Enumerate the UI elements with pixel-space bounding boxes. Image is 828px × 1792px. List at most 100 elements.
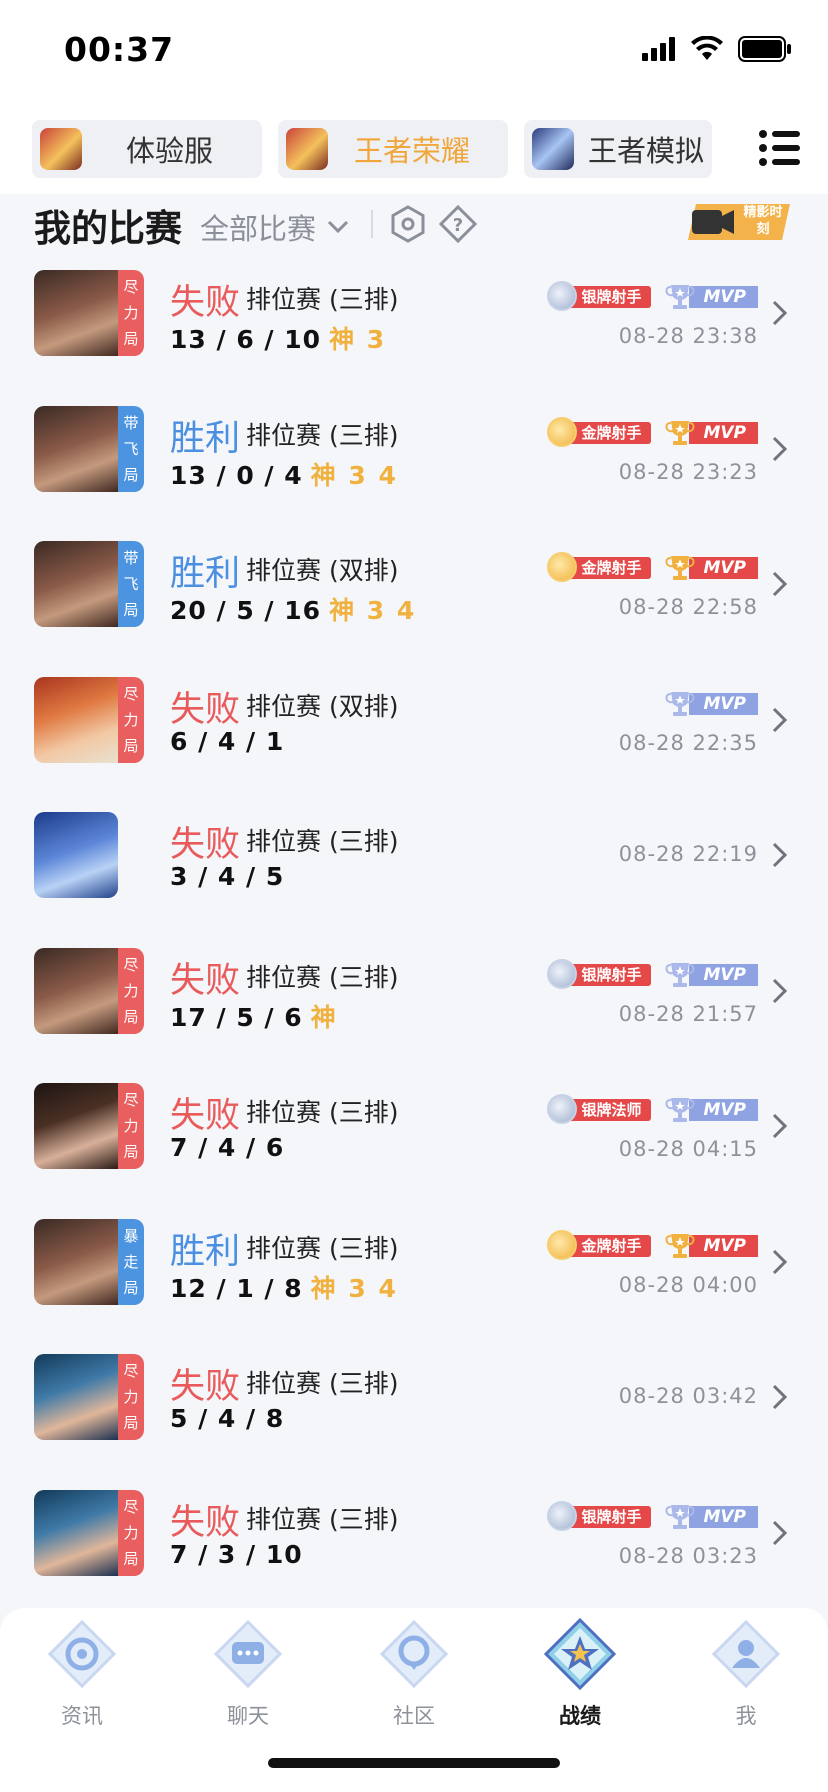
- hero-avatar: 尽力局: [34, 1489, 144, 1576]
- hero-avatar: 暴走局: [34, 1218, 144, 1305]
- kda-value: 13 / 0 / 4: [170, 460, 303, 490]
- performance-tag-char: 力: [123, 1523, 139, 1542]
- performance-tag-char: 飞: [123, 575, 139, 593]
- highlight-moments-button[interactable]: 精影时刻: [686, 202, 790, 242]
- match-result: 失败: [170, 1502, 241, 1543]
- match-time: 08-28 21:57: [618, 1001, 758, 1026]
- mvp-badge: MVP: [665, 284, 758, 310]
- medal-label: 金牌射手: [567, 1234, 652, 1257]
- filter-label: 全部比赛: [200, 212, 317, 246]
- performance-tag: 尽力局: [118, 1489, 144, 1576]
- match-time: 08-28 22:58: [618, 595, 758, 619]
- nav-news[interactable]: 资讯: [22, 1618, 142, 1738]
- match-mode: 排位赛 (三排): [246, 420, 399, 450]
- chevron-right-icon: [772, 842, 788, 868]
- medal-icon: [547, 958, 578, 989]
- trophy-icon: [665, 285, 695, 309]
- app-icon-experience: [40, 128, 82, 170]
- app-tab-experience-server[interactable]: 体验服: [32, 120, 262, 178]
- match-result: 胜利: [170, 554, 241, 594]
- kda-value: 17 / 5 / 6: [170, 1002, 303, 1032]
- nav-label: 社区: [393, 1704, 435, 1728]
- match-row[interactable]: 失败 排位赛 (三排) 3 / 4 / 5 08-28 22:19: [0, 800, 828, 936]
- medal-label: 银牌法师: [567, 1099, 652, 1121]
- mvp-badge: MVP: [665, 1504, 758, 1530]
- match-row[interactable]: 尽力局 失败 排位赛 (三排) 17 / 5 / 6神 银牌射手 MVP 08-…: [0, 936, 828, 1072]
- performance-tag-char: 局: [123, 736, 139, 755]
- match-row[interactable]: 尽力局 失败 排位赛 (三排) 7 / 4 / 6 银牌法师 MVP 08-28…: [0, 1071, 828, 1207]
- trophy-icon: [665, 556, 695, 580]
- hero-avatar: 尽力局: [34, 1083, 144, 1169]
- match-time: 08-28 22:19: [618, 842, 758, 866]
- match-kda: 17 / 5 / 6神: [170, 998, 338, 1034]
- app-tab-label: 体验服: [126, 134, 214, 168]
- trophy-icon: [665, 691, 695, 716]
- hero-portrait: [34, 812, 118, 898]
- kda-value: 7 / 3 / 10: [170, 1539, 303, 1569]
- hero-portrait: [34, 1218, 118, 1305]
- nav-community[interactable]: 社区: [354, 1618, 474, 1738]
- match-list: 尽力局 失败 排位赛 (三排) 13 / 6 / 10神 3 银牌射手 MVP: [0, 258, 828, 1613]
- hero-avatar: [34, 812, 144, 898]
- performance-tag-char: 尽: [123, 1497, 139, 1516]
- match-time: 08-28 03:23: [618, 1543, 758, 1568]
- svg-text:?: ?: [453, 215, 463, 236]
- match-row[interactable]: 尽力局 失败 排位赛 (三排) 5 / 4 / 8 08-28 03:42: [0, 1342, 828, 1478]
- match-row[interactable]: 尽力局 失败 排位赛 (三排) 7 / 3 / 10 银牌射手 MVP 08-2…: [0, 1478, 828, 1614]
- menu-list-icon[interactable]: [758, 126, 802, 170]
- performance-tag-char: 带: [123, 413, 139, 432]
- medal-badge: 金牌射手: [547, 416, 652, 447]
- nav-chat[interactable]: 聊天: [188, 1618, 308, 1738]
- match-kda: 3 / 4 / 5: [170, 862, 292, 891]
- profile-icon: [711, 1619, 781, 1689]
- performance-tag-char: 尽: [123, 1362, 139, 1380]
- performance-tag-char: 带: [123, 549, 139, 567]
- mvp-label: MVP: [689, 1505, 758, 1528]
- match-kda: 6 / 4 / 1: [170, 727, 292, 756]
- match-time: 08-28 23:23: [618, 459, 758, 484]
- match-mode: 排位赛 (三排): [246, 827, 399, 856]
- medal-badge: 银牌射手: [547, 958, 652, 989]
- app-tab-simulator[interactable]: 王者模拟: [524, 120, 712, 178]
- match-mode: 排位赛 (双排): [246, 556, 399, 585]
- kda-value: 12 / 1 / 8: [170, 1273, 303, 1303]
- match-row[interactable]: 带飞局 胜利 排位赛 (三排) 13 / 0 / 4神 3 4 金牌射手 MVP: [0, 394, 828, 530]
- medal-icon: [547, 1229, 578, 1260]
- app-icon-honor: [286, 128, 328, 170]
- performance-tag-char: 尽: [123, 684, 139, 703]
- badge-group: 银牌射手 MVP: [547, 281, 758, 311]
- match-time: 08-28 04:15: [618, 1137, 758, 1161]
- medal-label: 银牌射手: [567, 963, 652, 986]
- match-kda: 7 / 3 / 10: [170, 1540, 311, 1569]
- nav-record[interactable]: 战绩: [520, 1617, 640, 1738]
- hero-avatar: 尽力局: [34, 1354, 144, 1440]
- mvp-badge: MVP: [665, 962, 758, 988]
- app-tab-honor-of-kings[interactable]: 王者荣耀: [278, 120, 508, 178]
- match-row[interactable]: 尽力局 失败 排位赛 (双排) 6 / 4 / 1 MVP 08-28 22:3…: [0, 665, 828, 801]
- community-icon: [379, 1619, 449, 1689]
- match-filter-dropdown[interactable]: 全部比赛: [200, 206, 350, 248]
- chevron-right-icon: [772, 300, 788, 326]
- match-row[interactable]: 暴走局 胜利 排位赛 (三排) 12 / 1 / 8神 3 4 金牌射手 MVP: [0, 1207, 828, 1343]
- kda-value: 6 / 4 / 1: [170, 726, 285, 756]
- kda-value: 5 / 4 / 8: [170, 1404, 285, 1433]
- page-title: 我的比赛: [34, 207, 182, 250]
- badge-group: 银牌射手 MVP: [547, 958, 758, 989]
- nav-profile[interactable]: 我: [686, 1618, 806, 1738]
- status-time: 00:37: [64, 30, 175, 69]
- match-kda: 13 / 0 / 4神 3 4: [170, 456, 398, 492]
- signal-icon: [642, 37, 675, 61]
- kda-value: 3 / 4 / 5: [170, 862, 285, 891]
- match-mode: 排位赛 (三排): [246, 1098, 399, 1127]
- badge-group: 银牌法师 MVP: [547, 1094, 758, 1124]
- match-result: 失败: [170, 1096, 241, 1136]
- help-diamond-icon[interactable]: ?: [438, 204, 478, 244]
- mvp-badge: MVP: [665, 691, 758, 717]
- performance-tag: 尽力局: [118, 1083, 144, 1169]
- kda-value: 13 / 6 / 10: [170, 325, 322, 354]
- hexagon-settings-icon[interactable]: [388, 204, 428, 244]
- chevron-down-icon: [327, 220, 349, 234]
- match-row[interactable]: 尽力局 失败 排位赛 (三排) 13 / 6 / 10神 3 银牌射手 MVP: [0, 258, 828, 394]
- match-row[interactable]: 带飞局 胜利 排位赛 (双排) 20 / 5 / 16 神 3 4 金牌射手 MV…: [0, 529, 828, 665]
- performance-tag: 带飞局: [118, 541, 144, 627]
